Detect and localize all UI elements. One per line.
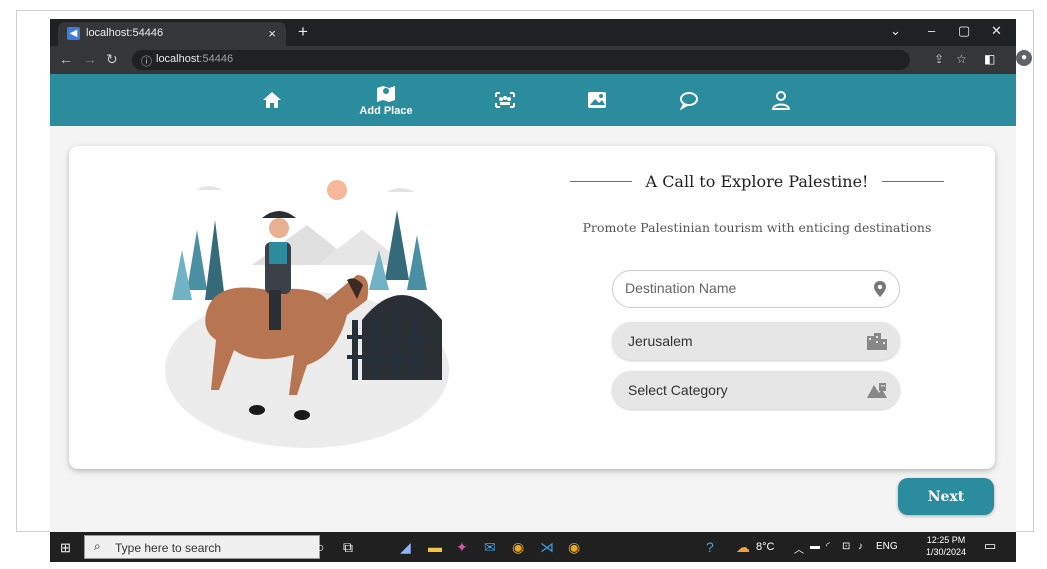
chat-icon	[679, 92, 698, 110]
page-title: A Call to Explore Palestine!	[645, 171, 869, 191]
taskbar-clock[interactable]: 12:25 PM 1/30/2024	[926, 534, 966, 558]
pinned-app-icon[interactable]: ✦	[456, 539, 468, 556]
nav-gallery[interactable]	[582, 74, 612, 126]
category-select[interactable]: Select Category	[612, 371, 900, 409]
minimize-button[interactable]: –	[928, 23, 935, 38]
language-indicator[interactable]: ENG	[876, 541, 898, 552]
share-icon[interactable]: ⇪	[934, 52, 944, 66]
browser-tab-bar: ◀ localhost:54446 × + ⌄ – ▢ ✕	[50, 19, 1016, 46]
heading-right-rule	[882, 180, 945, 182]
location-pin-icon	[874, 281, 886, 297]
clock-date: 1/30/2024	[926, 547, 967, 557]
cortana-icon[interactable]: ○	[316, 539, 324, 555]
nav-home[interactable]	[257, 74, 287, 126]
form-heading: A Call to Explore Palestine!	[570, 168, 945, 194]
nav-add-place[interactable]: Add Place	[356, 74, 416, 126]
taskbar-search[interactable]: ⌕ Type here to search	[84, 535, 320, 559]
photo-gallery-icon	[588, 92, 606, 108]
weather-temp[interactable]: 8°C	[756, 541, 774, 553]
taskbar-search-placeholder: Type here to search	[115, 541, 222, 555]
browser-tab[interactable]: ◀ localhost:54446 ×	[58, 22, 286, 46]
category-select-value: Select Category	[628, 382, 728, 398]
destination-name-input[interactable]	[623, 279, 867, 297]
favicon-icon: ◀	[67, 27, 80, 40]
tab-close-button[interactable]: ×	[268, 26, 276, 41]
destination-name-field[interactable]	[612, 270, 900, 308]
close-window-button[interactable]: ✕	[991, 23, 1002, 39]
url-host: localhost	[156, 53, 200, 65]
side-panel-icon[interactable]: ◧	[984, 52, 995, 66]
nav-profile[interactable]	[766, 74, 796, 126]
windows-taskbar: ⊞ ⌕ Type here to search ○ ⧉ ◢ ▬ ✦ ✉ ◉ ⋊ …	[50, 532, 1016, 562]
windows-start-icon[interactable]: ⊞	[60, 540, 71, 556]
cowboy-horse-illustration	[165, 180, 449, 448]
group-scan-icon	[495, 92, 515, 108]
tray-overflow-icon[interactable]: ︿	[794, 541, 804, 556]
home-icon	[263, 92, 281, 108]
next-button[interactable]: Next	[898, 478, 994, 515]
search-icon: ⌕	[94, 539, 101, 553]
chrome-icon[interactable]: ◉	[568, 539, 580, 556]
bookmark-star-icon[interactable]: ☆	[956, 52, 967, 66]
mail-icon[interactable]: ✉	[484, 539, 496, 556]
page-subtitle: Promote Palestinian tourism with enticin…	[582, 220, 932, 235]
site-info-icon[interactable]: ⓘ	[141, 53, 152, 69]
url-text: localhost:54446	[156, 53, 233, 65]
address-bar[interactable]: ⓘ localhost:54446	[132, 50, 910, 70]
app-nav-bar: Add Place	[50, 74, 1016, 126]
browser-menu-icon[interactable]: ⋮	[1040, 52, 1047, 66]
reload-icon[interactable]: ↻	[106, 51, 118, 68]
vscode-icon[interactable]: ⋊	[540, 539, 554, 556]
tab-title: localhost:54446	[86, 27, 164, 39]
city-select-value: Jerusalem	[628, 333, 693, 349]
maximize-button[interactable]: ▢	[958, 23, 970, 39]
chrome-icon[interactable]: ◉	[512, 539, 524, 556]
nav-chat[interactable]	[674, 74, 704, 126]
weather-icon[interactable]: ☁	[736, 539, 750, 556]
city-select[interactable]: Jerusalem	[612, 322, 900, 360]
heading-left-rule	[570, 180, 632, 182]
new-tab-button[interactable]: +	[298, 22, 308, 42]
network-icon[interactable]: ⊡	[842, 541, 850, 552]
map-pin-icon	[377, 86, 395, 102]
city-buildings-icon	[867, 333, 887, 350]
file-explorer-icon[interactable]: ▬	[428, 539, 442, 555]
landmark-icon	[867, 383, 887, 398]
forward-icon[interactable]: →	[83, 51, 97, 67]
browser-toolbar: ← → ↻ ⓘ localhost:54446 ⇪ ☆ ◧ ● ⋮	[50, 46, 1047, 74]
volume-icon[interactable]: ♪	[858, 541, 863, 552]
nav-add-place-label: Add Place	[359, 105, 413, 117]
profile-avatar-icon[interactable]: ●	[1016, 50, 1032, 66]
notification-icon[interactable]: ▭	[984, 538, 996, 554]
url-port: :54446	[199, 53, 234, 65]
tab-search-icon[interactable]: ⌄	[890, 23, 901, 39]
wifi-icon[interactable]: ◜	[826, 541, 830, 552]
task-view-icon[interactable]: ⧉	[343, 539, 353, 556]
pinned-app-icon[interactable]: ◢	[400, 539, 411, 556]
battery-icon[interactable]: ▬	[810, 541, 820, 552]
nav-groups[interactable]	[490, 74, 520, 126]
user-icon	[771, 91, 791, 110]
clock-time: 12:25 PM	[926, 535, 966, 545]
help-icon[interactable]: ?	[706, 539, 714, 555]
back-icon[interactable]: ←	[59, 51, 73, 67]
